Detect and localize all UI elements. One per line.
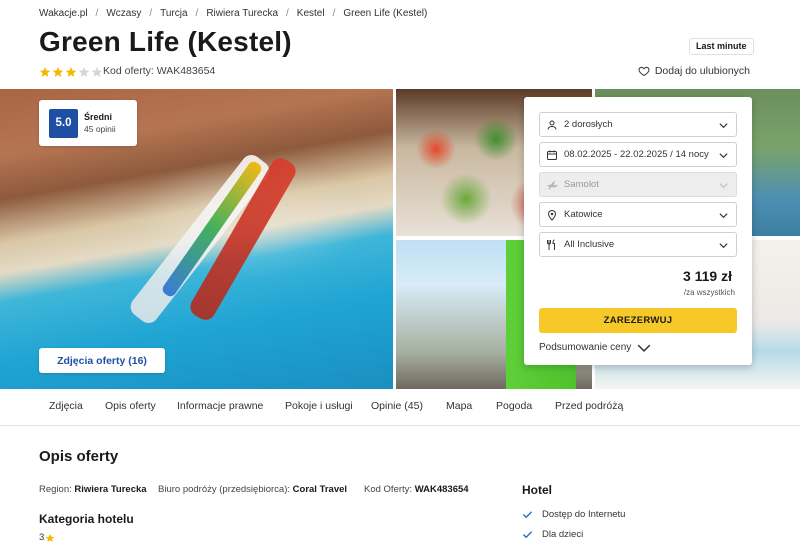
region-label: Region: bbox=[39, 484, 72, 495]
tab-legal-info[interactable]: Informacje prawne bbox=[177, 400, 263, 412]
location-pin-icon bbox=[547, 209, 557, 221]
hotel-stars bbox=[39, 66, 103, 78]
chevron-down-icon bbox=[719, 213, 728, 219]
tab-weather[interactable]: Pogoda bbox=[496, 400, 532, 412]
checkmark-icon bbox=[522, 511, 533, 519]
departure-select[interactable]: Katowice bbox=[539, 202, 737, 227]
photos-button[interactable]: Zdjęcia oferty (16) bbox=[39, 348, 165, 373]
price-note: /za wszystkich bbox=[683, 288, 735, 297]
star-filled-icon bbox=[52, 67, 64, 77]
chevron-down-icon bbox=[719, 243, 728, 249]
hotel-features-title: Hotel bbox=[522, 483, 552, 497]
region-info: Region: Riwiera Turecka bbox=[39, 484, 147, 495]
board-select[interactable]: All Inclusive bbox=[539, 232, 737, 257]
breadcrumb: Wakacje.pl / Wczasy / Turcja / Riwiera T… bbox=[39, 6, 427, 20]
chevron-down-icon bbox=[719, 183, 728, 189]
chevron-down-icon bbox=[719, 153, 728, 159]
checkmark-icon bbox=[522, 531, 533, 539]
tab-before-travel[interactable]: Przed podróżą bbox=[555, 400, 623, 412]
section-tabs: Zdjęcia Opis oferty Informacje prawne Po… bbox=[0, 389, 800, 426]
board-value: All Inclusive bbox=[564, 239, 615, 250]
rating-score: 5.0 bbox=[49, 108, 78, 138]
hotel-feature-label: Dostęp do Internetu bbox=[542, 509, 626, 520]
tab-reviews[interactable]: Opinie (45) bbox=[371, 400, 423, 412]
star-filled-icon bbox=[45, 533, 55, 542]
offer-code-label: Kod Oferty: bbox=[364, 484, 413, 495]
hotel-feature-item: Dostęp do Internetu bbox=[522, 509, 625, 520]
guests-select[interactable]: 2 dorosłych bbox=[539, 112, 737, 137]
price-summary-label: Podsumowanie ceny bbox=[539, 342, 632, 353]
dates-select[interactable]: 08.02.2025 - 22.02.2025 / 14 nocy bbox=[539, 142, 737, 167]
offer-code: Kod oferty: WAK483654 bbox=[103, 65, 216, 77]
rating-card[interactable]: 5.0 Średni 45 opinii bbox=[39, 100, 137, 146]
guests-value: 2 dorosłych bbox=[564, 119, 613, 130]
heart-icon bbox=[638, 66, 650, 77]
region-value: Riwiera Turecka bbox=[74, 484, 147, 495]
breadcrumb-item[interactable]: Wakacje.pl bbox=[39, 8, 88, 19]
cutlery-icon bbox=[547, 239, 555, 250]
person-icon bbox=[547, 120, 557, 130]
calendar-icon bbox=[547, 150, 557, 160]
tab-offer-description[interactable]: Opis oferty bbox=[105, 400, 156, 412]
tab-map[interactable]: Mapa bbox=[446, 400, 472, 412]
departure-value: Katowice bbox=[564, 209, 603, 220]
operator-info: Biuro podróży (przedsiębiorca): Coral Tr… bbox=[158, 484, 347, 495]
breadcrumb-separator: / bbox=[149, 7, 153, 19]
star-empty-icon bbox=[78, 67, 90, 77]
breadcrumb-separator: / bbox=[332, 7, 336, 19]
transport-value: Samolot bbox=[564, 179, 599, 190]
price-summary-toggle[interactable]: Podsumowanie ceny bbox=[539, 342, 651, 353]
add-to-favorites-label: Dodaj do ulubionych bbox=[654, 65, 750, 77]
breadcrumb-item[interactable]: Kestel bbox=[297, 8, 325, 19]
breadcrumb-current: Green Life (Kestel) bbox=[343, 7, 428, 19]
operator-label: Biuro podróży (przedsiębiorca): bbox=[158, 484, 291, 495]
book-button[interactable]: ZAREZERWUJ bbox=[539, 308, 737, 333]
tab-photos[interactable]: Zdjęcia bbox=[49, 400, 83, 412]
rating-label: Średni bbox=[84, 112, 113, 122]
hotel-category-value: 3 bbox=[39, 532, 55, 543]
transport-select: Samolot bbox=[539, 172, 737, 197]
chevron-down-icon bbox=[637, 344, 651, 352]
star-filled-icon bbox=[39, 67, 51, 77]
offer-code-info: Kod Oferty: WAK483654 bbox=[364, 484, 469, 495]
chevron-down-icon bbox=[719, 123, 728, 129]
last-minute-badge: Last minute bbox=[689, 38, 754, 55]
breadcrumb-item[interactable]: Wczasy bbox=[106, 8, 141, 19]
rating-count: 45 opinii bbox=[84, 124, 116, 134]
star-filled-icon bbox=[65, 67, 77, 77]
add-to-favorites-button[interactable]: Dodaj do ulubionych bbox=[638, 65, 750, 77]
hotel-feature-item: Dla dzieci bbox=[522, 529, 583, 540]
breadcrumb-separator: / bbox=[95, 7, 99, 19]
breadcrumb-item[interactable]: Turcja bbox=[160, 8, 187, 19]
page-title: Green Life (Kestel) bbox=[39, 26, 292, 57]
section-title: Opis oferty bbox=[39, 448, 119, 465]
hotel-feature-label: Dla dzieci bbox=[542, 529, 584, 540]
price: 3 119 zł bbox=[682, 268, 732, 284]
breadcrumb-item[interactable]: Riwiera Turecka bbox=[206, 8, 278, 19]
plane-icon bbox=[547, 180, 558, 189]
operator-value: Coral Travel bbox=[292, 484, 348, 495]
offer-code-value: WAK483654 bbox=[414, 484, 469, 495]
tab-rooms-services[interactable]: Pokoje i usługi bbox=[285, 400, 353, 412]
hotel-category-number: 3 bbox=[39, 532, 45, 543]
booking-panel: 2 dorosłych 08.02.2025 - 22.02.2025 / 14… bbox=[524, 97, 752, 365]
star-empty-icon bbox=[91, 67, 103, 77]
breadcrumb-separator: / bbox=[286, 7, 289, 19]
hotel-category-title: Kategoria hotelu bbox=[39, 512, 134, 526]
dates-value: 08.02.2025 - 22.02.2025 / 14 nocy bbox=[564, 149, 709, 160]
breadcrumb-separator: / bbox=[195, 7, 199, 19]
